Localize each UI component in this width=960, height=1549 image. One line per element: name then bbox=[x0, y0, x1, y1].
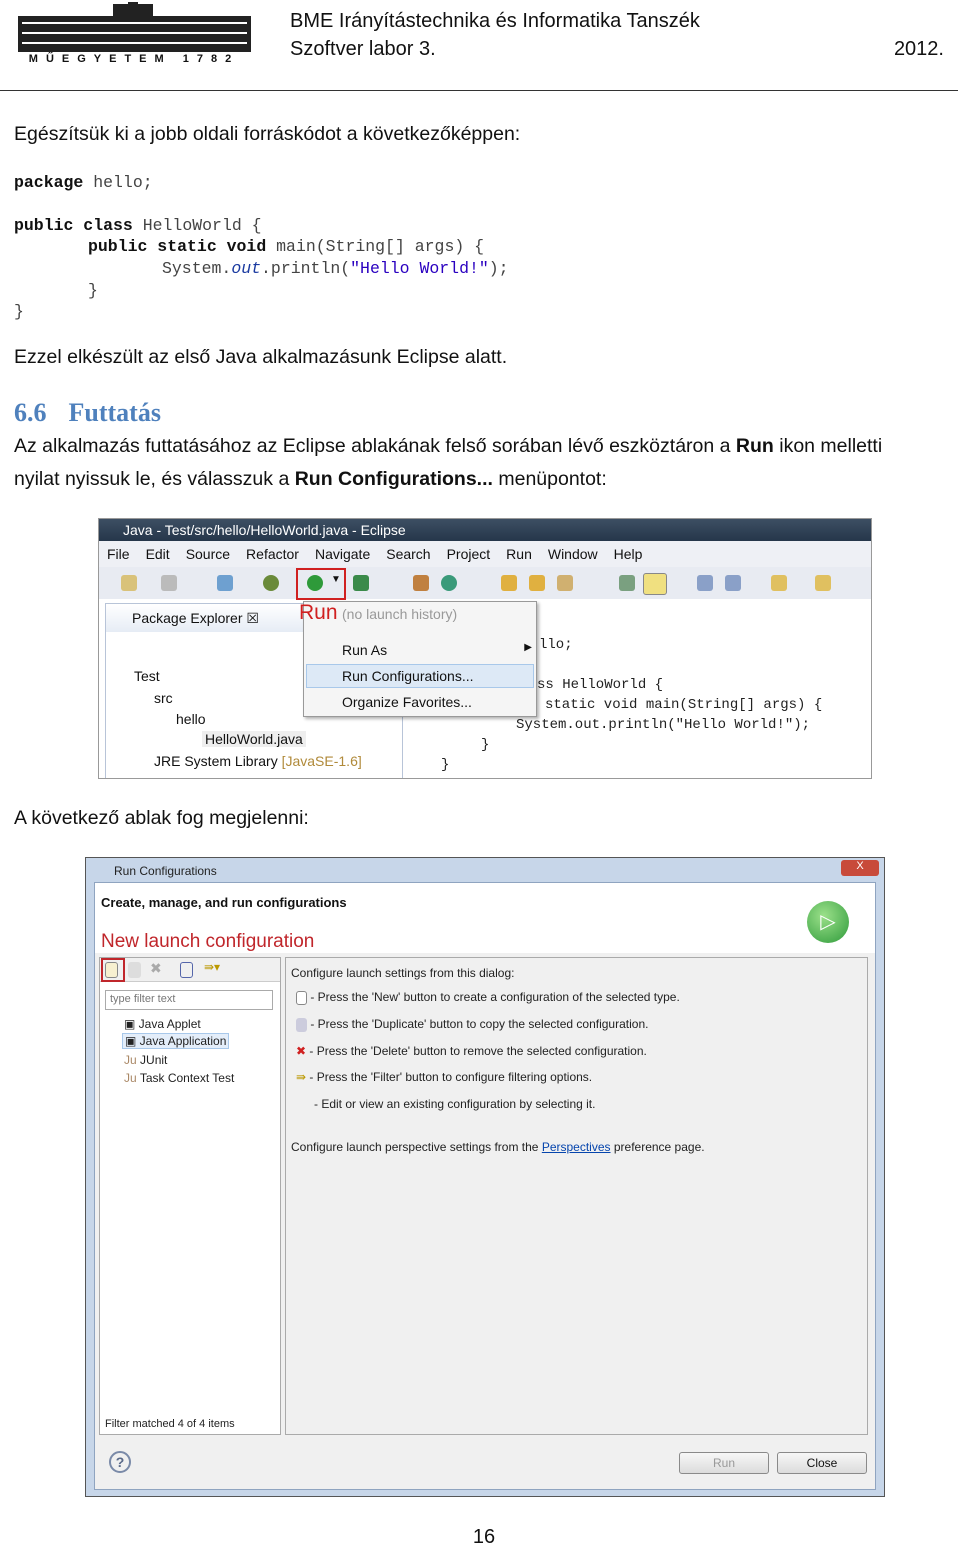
header-divider bbox=[0, 90, 958, 91]
tree-item-jre[interactable]: JRE System Library [JavaSE-1.6] bbox=[154, 753, 362, 769]
filter-input[interactable]: type filter text bbox=[105, 990, 273, 1010]
previous-annotation-icon[interactable] bbox=[815, 575, 831, 591]
info-filter: ⇛ - Press the 'Filter' button to configu… bbox=[296, 1070, 593, 1084]
type-junit[interactable]: Ju JUnit bbox=[124, 1053, 167, 1067]
new-class-icon[interactable] bbox=[441, 575, 457, 591]
editor-line-1: llo; bbox=[539, 637, 573, 653]
editor-line-6: } bbox=[441, 757, 450, 773]
section-heading: 6.6 Futtatás bbox=[14, 398, 161, 427]
collapse-all-icon[interactable] bbox=[180, 962, 193, 978]
paragraph-line-1: Az alkalmazás futtatásához az Eclipse ab… bbox=[14, 435, 883, 457]
page-number: 16 bbox=[472, 1526, 496, 1548]
intro-text: Egészítsük ki a jobb oldali forráskódot … bbox=[14, 123, 521, 145]
menu-file[interactable]: File bbox=[107, 546, 130, 562]
code-line-3: public static void main(String[] args) { bbox=[88, 237, 485, 256]
new-launch-annotation: New launch configuration bbox=[101, 931, 315, 952]
eclipse-titlebar: Java - Test/src/hello/HelloWorld.java - … bbox=[99, 519, 871, 541]
dialog-body: Create, manage, and run configurations ▷… bbox=[94, 882, 876, 1490]
course-name: Szoftver labor 3. bbox=[290, 38, 436, 60]
code-line-2: public class HelloWorld { bbox=[14, 216, 262, 235]
info-new: - Press the 'New' button to create a con… bbox=[296, 990, 680, 1005]
year: 2012. bbox=[893, 38, 944, 60]
block-selection-icon[interactable] bbox=[697, 575, 713, 591]
menu-item-organize-favorites[interactable]: Organize Favorites... bbox=[342, 694, 472, 710]
editor-line-2: ss HelloWorld { bbox=[537, 677, 664, 693]
menu-item-run-configurations[interactable]: Run Configurations... bbox=[306, 664, 534, 688]
tree-item-helloworld-java[interactable]: HelloWorld.java bbox=[202, 731, 306, 747]
tree-item-hello[interactable]: hello bbox=[176, 711, 206, 727]
save-icon[interactable] bbox=[161, 575, 177, 591]
menu-project[interactable]: Project bbox=[447, 546, 491, 562]
eclipse-screenshot: Java - Test/src/hello/HelloWorld.java - … bbox=[98, 518, 872, 779]
eclipse-toolbar: ▼ bbox=[99, 567, 871, 600]
run-button[interactable]: Run bbox=[679, 1452, 769, 1474]
type-task-context-test[interactable]: Ju Task Context Test bbox=[124, 1071, 234, 1085]
paragraph-line-2: nyilat nyissuk le, és válasszuk a Run Co… bbox=[14, 468, 607, 490]
university-logo: MŰEGYETEM 1782 bbox=[18, 2, 251, 65]
run-dropdown-menu: (no launch history) Run As ▶ Run Configur… bbox=[303, 601, 537, 717]
config-tree-panel: ✖ ⇛▾ type filter text ▣ Java Applet ▣ Ja… bbox=[99, 957, 281, 1435]
run-configurations-dialog: Run Configurations X Create, manage, and… bbox=[85, 857, 885, 1497]
help-icon[interactable]: ? bbox=[109, 1451, 131, 1473]
debug-icon[interactable] bbox=[263, 575, 279, 591]
info-duplicate: - Press the 'Duplicate' button to copy t… bbox=[296, 1017, 648, 1032]
duplicate-icon[interactable] bbox=[128, 962, 141, 978]
new-config-icon[interactable] bbox=[105, 962, 118, 978]
mark-occurrences-icon[interactable] bbox=[643, 573, 667, 595]
menu-navigate[interactable]: Navigate bbox=[315, 546, 370, 562]
new-icon[interactable] bbox=[121, 575, 137, 591]
department-name: BME Irányítástechnika és Informatika Tan… bbox=[290, 10, 700, 32]
menu-item-run-as[interactable]: Run As ▶ bbox=[342, 642, 532, 658]
type-java-application[interactable]: ▣ Java Application bbox=[122, 1033, 230, 1049]
info-perspectives: Configure launch perspective settings fr… bbox=[291, 1140, 705, 1154]
eclipse-menubar: File Edit Source Refactor Navigate Search Proj… bbox=[99, 541, 871, 567]
delete-icon[interactable]: ✖ bbox=[150, 960, 162, 977]
menu-help[interactable]: Help bbox=[614, 546, 643, 562]
tree-item-src[interactable]: src bbox=[154, 690, 173, 706]
menu-source[interactable]: Source bbox=[186, 546, 230, 562]
info-panel: Configure launch settings from this dial… bbox=[285, 957, 868, 1435]
code-line-5: } bbox=[88, 281, 98, 300]
dialog-subtitle: Create, manage, and run configurations bbox=[101, 895, 347, 910]
annotation-icon[interactable] bbox=[619, 575, 635, 591]
code-line-6: } bbox=[14, 302, 24, 321]
editor-line-5: } bbox=[481, 737, 490, 753]
menu-window[interactable]: Window bbox=[548, 546, 598, 562]
info-delete: ✖ - Press the 'Delete' button to remove … bbox=[296, 1044, 647, 1058]
close-button[interactable]: Close bbox=[777, 1452, 867, 1474]
tree-item-test[interactable]: Test bbox=[134, 668, 160, 684]
show-whitespace-icon[interactable] bbox=[725, 575, 741, 591]
info-title: Configure launch settings from this dial… bbox=[291, 966, 515, 980]
code-line-4: System.out.println("Hello World!"); bbox=[162, 259, 509, 278]
next-window-text: A következő ablak fog megjelenni: bbox=[14, 807, 309, 829]
close-x-button[interactable]: X bbox=[841, 860, 879, 876]
dialog-title: Run Configurations bbox=[114, 864, 217, 878]
run-annotation-label: Run bbox=[299, 601, 338, 624]
run-logo-icon: ▷ bbox=[807, 901, 849, 943]
type-java-applet[interactable]: ▣ Java Applet bbox=[124, 1017, 201, 1031]
next-annotation-icon[interactable] bbox=[771, 575, 787, 591]
code-line-1: package hello; bbox=[14, 173, 153, 192]
after-code-text: Ezzel elkészült az első Java alkalmazásu… bbox=[14, 346, 508, 368]
editor-line-3: static void main(String[] args) { bbox=[545, 697, 823, 713]
external-tools-icon[interactable] bbox=[353, 575, 369, 591]
info-edit: - Edit or view an existing configuration… bbox=[314, 1097, 596, 1111]
open-type-icon[interactable] bbox=[501, 575, 517, 591]
search-icon[interactable] bbox=[557, 575, 573, 591]
perspectives-link[interactable]: Perspectives bbox=[542, 1140, 611, 1154]
editor-line-4: System.out.println("Hello World!"); bbox=[516, 717, 811, 733]
print-icon[interactable] bbox=[217, 575, 233, 591]
run-highlight-box bbox=[296, 568, 346, 600]
filter-status: Filter matched 4 of 4 items bbox=[105, 1418, 235, 1430]
new-package-icon[interactable] bbox=[413, 575, 429, 591]
menu-search[interactable]: Search bbox=[386, 546, 430, 562]
menu-edit[interactable]: Edit bbox=[146, 546, 170, 562]
menu-refactor[interactable]: Refactor bbox=[246, 546, 299, 562]
menu-run[interactable]: Run bbox=[506, 546, 532, 562]
open-folder-icon[interactable] bbox=[529, 575, 545, 591]
no-launch-history: (no launch history) bbox=[342, 606, 458, 622]
filter-icon[interactable]: ⇛▾ bbox=[204, 960, 220, 974]
svg-text:MŰEGYETEM 1782: MŰEGYETEM 1782 bbox=[29, 52, 239, 64]
